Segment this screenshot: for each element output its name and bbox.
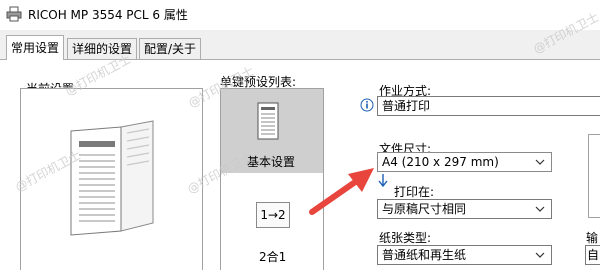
paper-type-label: 纸张类型: (379, 231, 432, 245)
chevron-down-icon (535, 252, 545, 258)
booklet-preview-icon (70, 120, 154, 236)
tab-config-about[interactable]: 配置/关于 (139, 38, 202, 59)
document-size-select[interactable]: A4 (210 x 297 mm) (377, 152, 552, 172)
annotation-arrow-icon (309, 168, 374, 215)
printer-icon (6, 6, 22, 22)
window-title: RICOH MP 3554 PCL 6 属性 (28, 8, 188, 22)
two-in-one-icon-text: 1→2 (260, 208, 286, 222)
print-on-select[interactable]: 与原稿尺寸相同 (377, 199, 552, 219)
paper-type-value: 普通纸和再生纸 (382, 248, 467, 262)
chevron-down-icon (535, 206, 545, 212)
right-column-select[interactable]: 自 (585, 245, 600, 265)
document-size-value: A4 (210 x 297 mm) (382, 155, 499, 169)
right-column-box (588, 134, 600, 218)
two-in-one-icon[interactable]: 1→2 (256, 202, 290, 228)
right-column-value: 自 (587, 248, 600, 262)
job-type-select[interactable]: 普通打印 (377, 96, 600, 116)
preset-item-two-in-one-label: 2合1 (259, 250, 287, 264)
document-icon (253, 101, 283, 141)
paper-type-select[interactable]: 普通纸和再生纸 (377, 245, 552, 265)
job-type-value: 普通打印 (382, 99, 431, 113)
print-on-value: 与原稿尺寸相同 (382, 202, 467, 216)
chevron-down-icon (535, 159, 545, 165)
tab-common-settings[interactable]: 常用设置 (6, 35, 65, 60)
info-icon (360, 98, 374, 112)
right-column-label-bottom: 输 (586, 231, 599, 245)
print-on-label: 打印在: (394, 185, 435, 199)
